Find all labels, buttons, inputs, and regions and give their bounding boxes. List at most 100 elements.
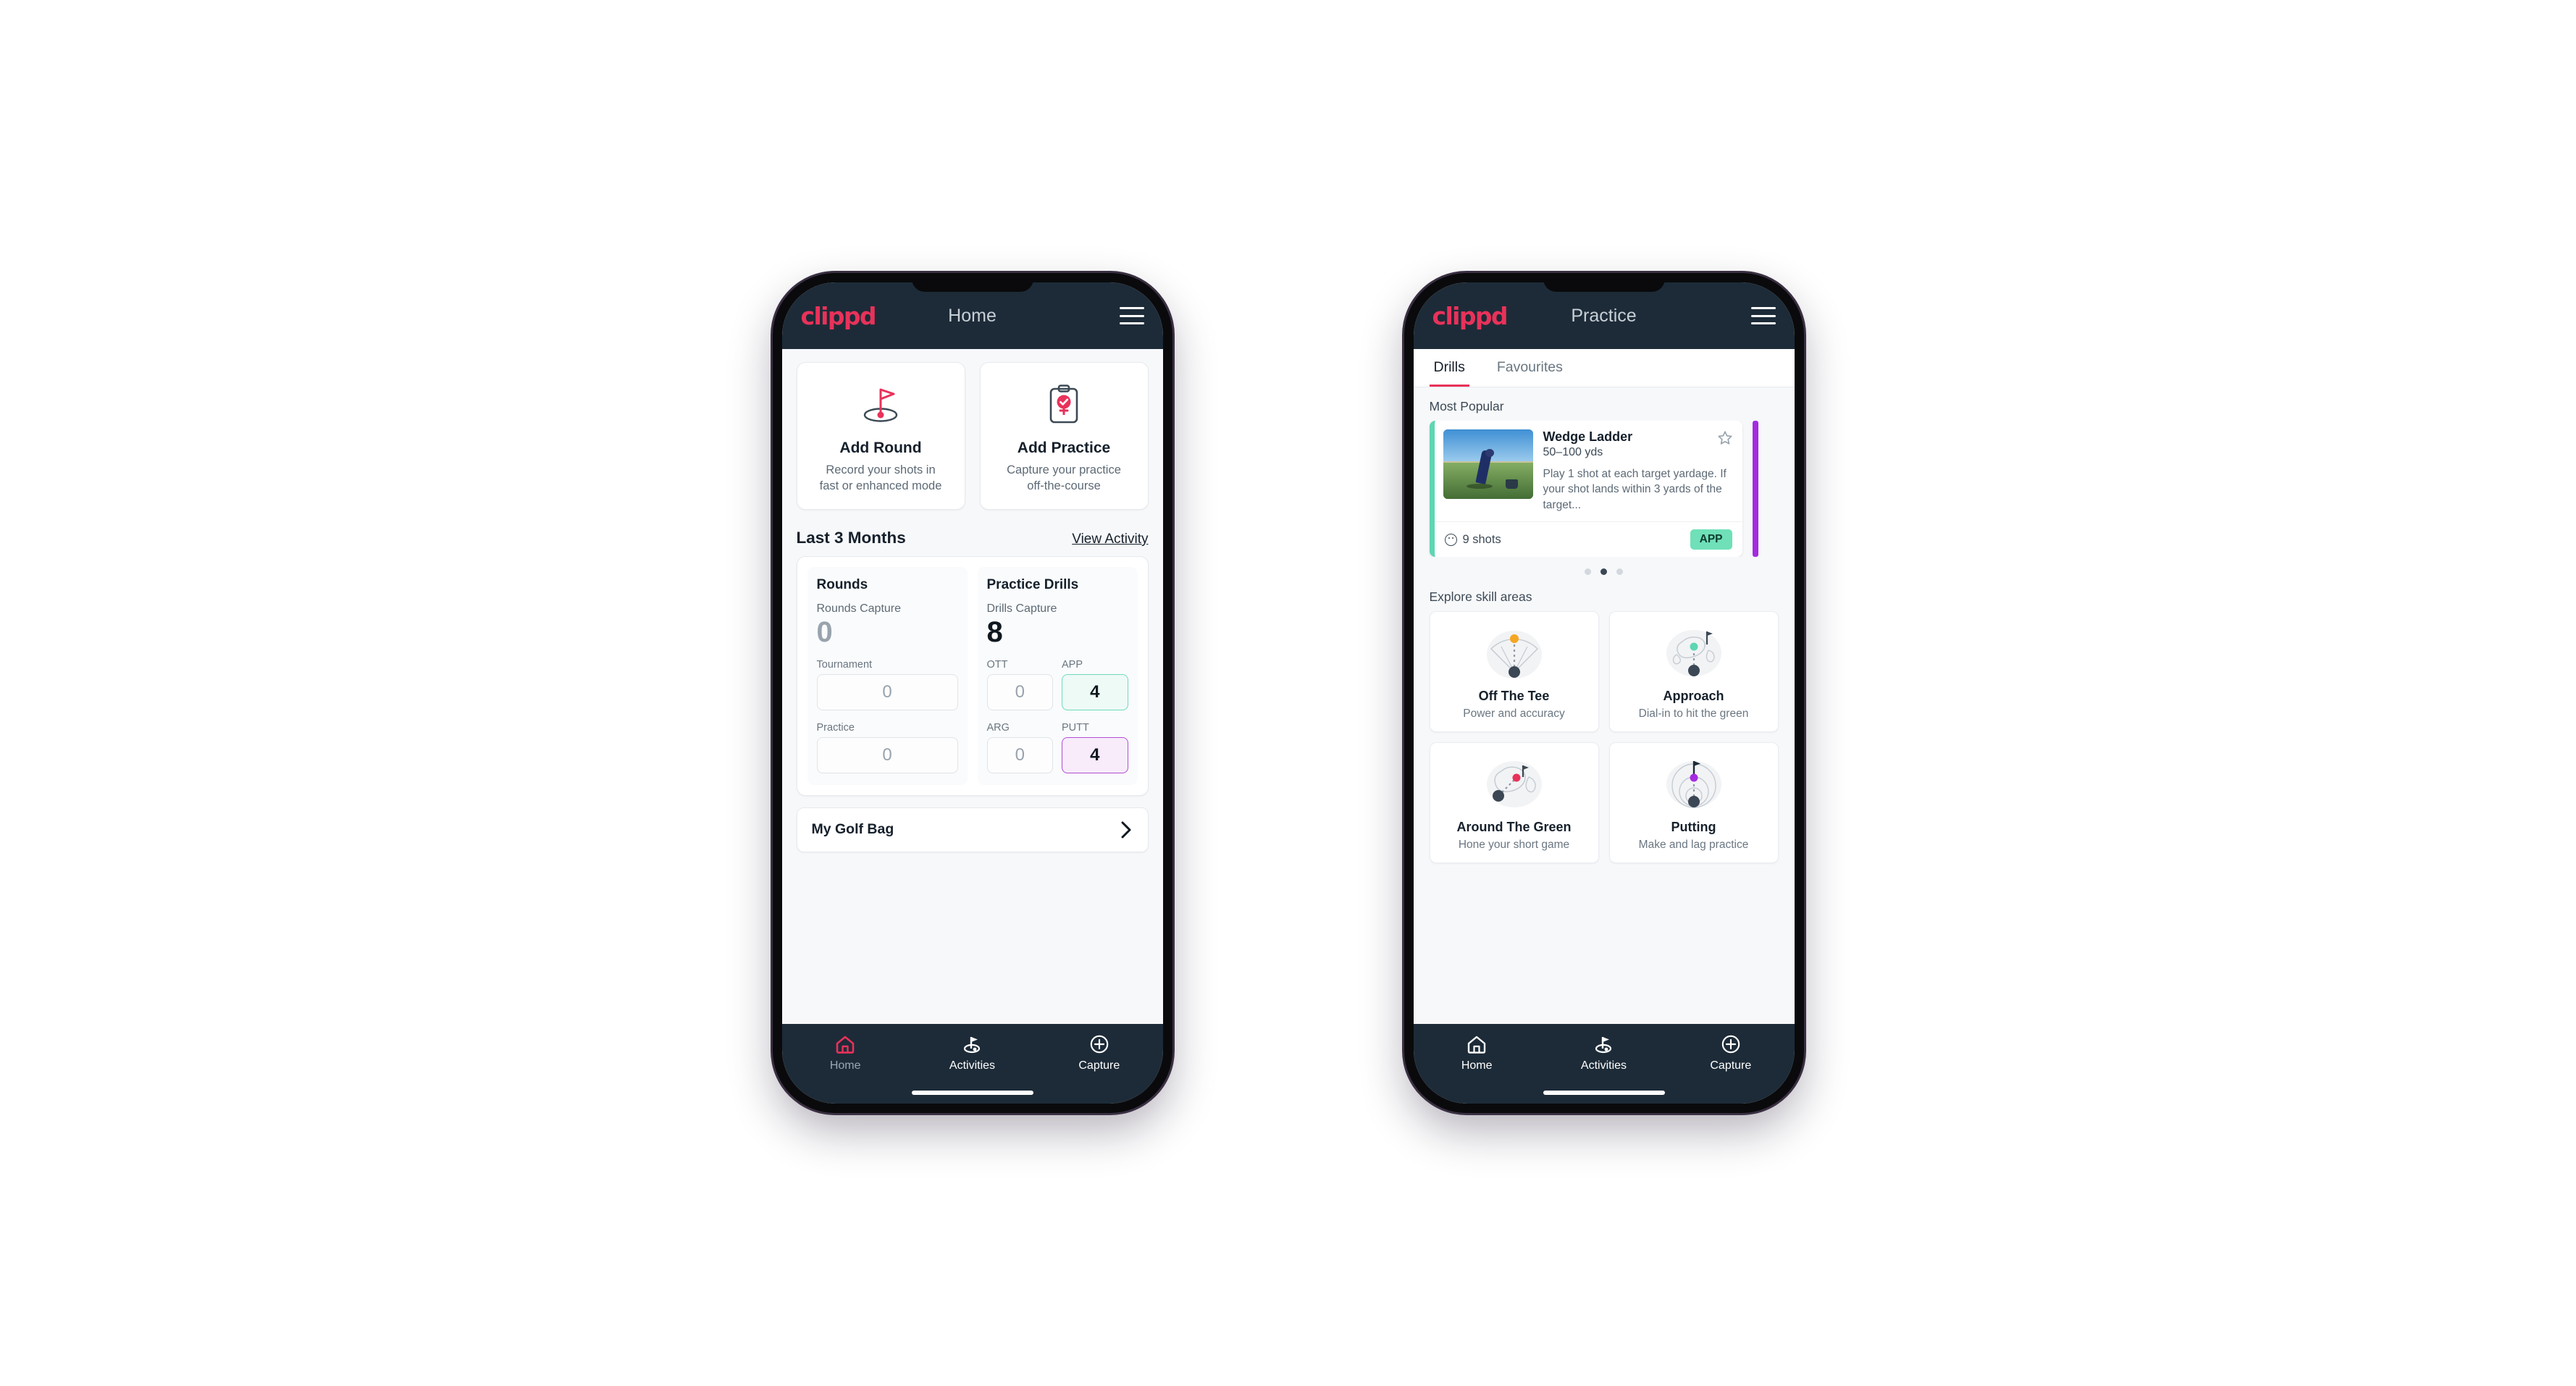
skill-desc: Make and lag practice: [1638, 839, 1749, 852]
putting-rings-icon: [1616, 753, 1772, 817]
next-drill-card-peek[interactable]: [1752, 421, 1758, 558]
phone-practice: clippd Practice Drills Favourites Most P…: [1404, 273, 1804, 1113]
drills-capture-value: 8: [986, 616, 1003, 648]
skill-desc: Hone your short game: [1458, 839, 1570, 852]
nav-home-label: Home: [1461, 1059, 1493, 1072]
last-3-months-header: Last 3 Months View Activity: [782, 510, 1163, 556]
nav-activities[interactable]: Activities: [1540, 1034, 1667, 1072]
ott-value[interactable]: 0: [986, 673, 1053, 710]
chip-around-green-icon: [1436, 753, 1593, 817]
quick-action-row: Add Round Record your shots in fast or e…: [782, 349, 1163, 510]
nav-capture-label: Capture: [1078, 1059, 1120, 1072]
star-outline-icon[interactable]: [1716, 429, 1734, 447]
drill-shots: 9 shots: [1444, 533, 1501, 547]
putt-value[interactable]: 4: [1062, 736, 1128, 773]
nav-home[interactable]: Home: [782, 1034, 909, 1072]
drill-info: Wedge Ladder 50–100 yds Play 1 shot at e…: [1543, 429, 1734, 513]
section-title: Last 3 Months: [796, 528, 906, 547]
drill-card-top: Wedge Ladder 50–100 yds Play 1 shot at e…: [1435, 421, 1742, 521]
phone-notch: [1543, 273, 1665, 292]
tournament-value[interactable]: 0: [816, 673, 958, 710]
skill-name: Around The Green: [1456, 820, 1572, 835]
tab-favourites[interactable]: Favourites: [1493, 349, 1567, 387]
skill-card-around-the-green[interactable]: Around The Green Hone your short game: [1429, 742, 1599, 864]
stats-card: Rounds Rounds Capture 0 Tournament 0 Pra…: [796, 555, 1149, 796]
add-practice-card[interactable]: Add Practice Capture your practice off-t…: [979, 362, 1149, 510]
rounds-capture-label: Rounds Capture: [816, 602, 902, 615]
tournament-label: Tournament: [816, 658, 873, 671]
drill-title-row: Wedge Ladder 50–100 yds: [1543, 429, 1734, 459]
arg-value[interactable]: 0: [986, 736, 1053, 773]
home-bottom-nav: Home Activities Capture: [781, 1024, 1163, 1104]
practice-bottom-nav: Home Activities Capture: [1413, 1024, 1795, 1104]
app-value[interactable]: 4: [1062, 673, 1128, 710]
add-round-desc: Record your shots in fast or enhanced mo…: [819, 463, 942, 493]
nav-capture-label: Capture: [1710, 1059, 1752, 1072]
hamburger-icon[interactable]: [1750, 307, 1776, 324]
clippd-logo[interactable]: clippd: [1432, 304, 1509, 328]
practice-value[interactable]: 0: [816, 736, 958, 773]
practice-tabs: Drills Favourites: [1413, 349, 1795, 387]
carousel-dot-3[interactable]: [1616, 568, 1623, 576]
skill-card-approach[interactable]: Approach Dial-in to hit the green: [1608, 611, 1779, 733]
home-indicator-bar: [911, 1091, 1033, 1095]
skill-areas-grid: Off The Tee Power and accuracy Approach …: [1414, 611, 1795, 873]
screenshot-stage: clippd Home Add Round Record your shots …: [0, 0, 2576, 1386]
clippd-logo[interactable]: clippd: [801, 304, 877, 328]
my-golf-bag-label: My Golf Bag: [811, 821, 894, 838]
skill-desc: Dial-in to hit the green: [1638, 707, 1749, 721]
drills-stat-column: Practice Drills Drills Capture 8 OTT 0 A…: [977, 566, 1138, 785]
ott-label: OTT: [986, 658, 1008, 671]
practice-appbar: clippd Practice: [1413, 282, 1795, 349]
drill-description: Play 1 shot at each target yardage. If y…: [1543, 468, 1727, 511]
drill-fields-row-1: OTT 0 APP 4: [986, 647, 1128, 710]
most-popular-label: Most Popular: [1429, 399, 1504, 413]
golf-ball-icon: [1444, 533, 1457, 546]
skill-card-putting[interactable]: Putting Make and lag practice: [1608, 742, 1779, 864]
view-activity-link[interactable]: View Activity: [1072, 532, 1148, 547]
phone-home-screen: clippd Home Add Round Record your shots …: [781, 282, 1163, 1104]
arg-label: ARG: [986, 721, 1010, 734]
drill-thumbnail: [1443, 429, 1533, 499]
rounds-capture-value: 0: [816, 616, 833, 648]
nav-activities-label: Activities: [949, 1059, 996, 1072]
home-appbar: clippd Home: [781, 282, 1163, 349]
add-round-title: Add Round: [839, 440, 922, 456]
rounds-title: Rounds: [816, 576, 868, 592]
drill-card[interactable]: Wedge Ladder 50–100 yds Play 1 shot at e…: [1429, 421, 1742, 558]
tab-drills[interactable]: Drills: [1429, 349, 1469, 387]
phone-home: clippd Home Add Round Record your shots …: [772, 273, 1172, 1113]
carousel-dots: [1414, 557, 1795, 578]
practice-body: Most Popular Wedge Ladder 50–100 yds Pla…: [1413, 387, 1795, 1024]
drill-carousel[interactable]: Wedge Ladder 50–100 yds Play 1 shot at e…: [1414, 421, 1795, 558]
putt-label: PUTT: [1062, 721, 1089, 734]
carousel-dot-1[interactable]: [1585, 568, 1591, 576]
hamburger-icon[interactable]: [1119, 307, 1144, 324]
skill-name: Putting: [1671, 820, 1716, 835]
drills-capture-label: Drills Capture: [986, 602, 1057, 615]
app-label: APP: [1062, 658, 1083, 671]
skill-badge: APP: [1690, 529, 1732, 550]
green-approach-icon: [1616, 622, 1772, 686]
tee-dispersion-icon: [1436, 622, 1593, 686]
explore-skill-areas-label: Explore skill areas: [1429, 589, 1532, 605]
home-icon: [1467, 1036, 1486, 1054]
phone-practice-screen: clippd Practice Drills Favourites Most P…: [1413, 282, 1795, 1104]
home-body: Add Round Record your shots in fast or e…: [781, 349, 1163, 1024]
add-round-card[interactable]: Add Round Record your shots in fast or e…: [796, 362, 965, 510]
nav-activities[interactable]: Activities: [909, 1034, 1036, 1072]
nav-capture[interactable]: Capture: [1667, 1034, 1794, 1072]
skill-name: Off The Tee: [1478, 689, 1550, 704]
skill-card-off-the-tee[interactable]: Off The Tee Power and accuracy: [1429, 611, 1599, 733]
carousel-dot-2[interactable]: [1600, 568, 1607, 576]
plus-circle-icon: [1090, 1035, 1109, 1054]
phone-notch: [911, 273, 1033, 292]
my-golf-bag-row[interactable]: My Golf Bag: [796, 807, 1149, 852]
nav-home[interactable]: Home: [1414, 1034, 1540, 1072]
nav-home-label: Home: [829, 1059, 861, 1072]
golf-flag-icon: [964, 1037, 981, 1054]
golf-flag-icon: [1595, 1037, 1612, 1054]
plus-circle-icon: [1721, 1035, 1740, 1054]
nav-capture[interactable]: Capture: [1036, 1034, 1162, 1072]
drill-yardage: 50–100 yds: [1543, 446, 1603, 458]
